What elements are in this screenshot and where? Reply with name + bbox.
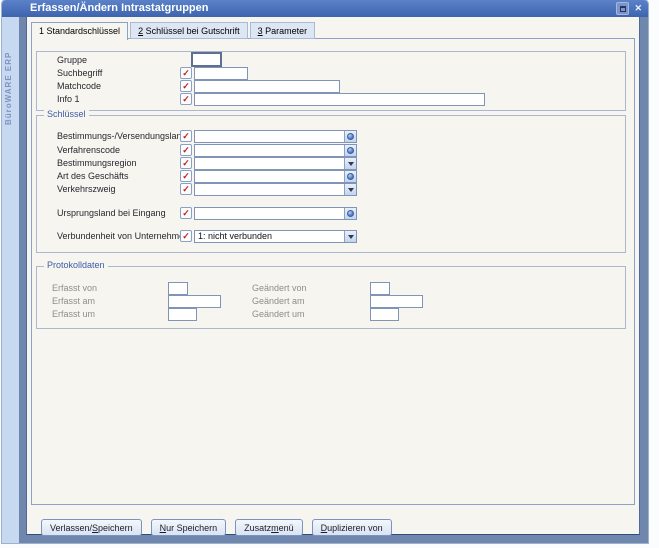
- geaendert-von-input[interactable]: [370, 282, 390, 295]
- close-icon[interactable]: ✕: [634, 2, 642, 15]
- bestimmungsregion-label: Bestimmungsregion: [57, 157, 137, 170]
- erfasst-um-label: Erfasst um: [52, 308, 95, 321]
- erfasst-von-label: Erfasst von: [52, 282, 97, 295]
- erfasst-um-input[interactable]: [168, 308, 197, 321]
- edit-check-icon[interactable]: ✓: [180, 207, 192, 219]
- dropdown-arrow-icon[interactable]: [344, 184, 356, 195]
- art-des-geschaefts-combo[interactable]: [194, 170, 357, 183]
- ursprungsland-combo[interactable]: [194, 207, 357, 220]
- title-bar: Erfassen/Ändern Intrastatgruppen ✕: [2, 0, 648, 17]
- verlassen-speichern-button[interactable]: Verlassen/Speichern: [41, 519, 142, 536]
- suchbegriff-label: Suchbegriff: [57, 67, 102, 80]
- edit-check-icon[interactable]: ✓: [180, 130, 192, 142]
- edit-check-icon[interactable]: ✓: [180, 67, 192, 79]
- app-window: Erfassen/Ändern Intrastatgruppen ✕ BüroW…: [2, 0, 648, 543]
- lookup-icon[interactable]: [344, 131, 356, 142]
- dropdown-arrow-icon[interactable]: [344, 158, 356, 169]
- edit-check-icon[interactable]: ✓: [180, 170, 192, 182]
- zusatzmenue-button[interactable]: Zusatzmenü: [235, 519, 303, 536]
- art-des-geschaefts-label: Art des Geschäfts: [57, 170, 129, 183]
- verbundenheit-combo[interactable]: 1: nicht verbunden: [194, 230, 357, 243]
- protokoll-group-title: Protokolldaten: [44, 260, 108, 271]
- geaendert-um-input[interactable]: [370, 308, 399, 321]
- dropdown-arrow-icon[interactable]: [344, 231, 356, 242]
- edit-check-icon[interactable]: ✓: [180, 144, 192, 156]
- protokoll-groupbox: [36, 266, 626, 329]
- lookup-icon[interactable]: [344, 145, 356, 156]
- duplizieren-von-button[interactable]: Duplizieren von: [312, 519, 392, 536]
- bestimmungsland-combo[interactable]: [194, 130, 357, 143]
- info1-label: Info 1: [57, 93, 80, 106]
- geaendert-am-input[interactable]: [370, 295, 423, 308]
- window-frame: BüroWARE ERP 1 Standardschlüssel 2 Schlü…: [2, 17, 648, 543]
- matchcode-input[interactable]: [194, 80, 340, 93]
- edit-check-icon[interactable]: ✓: [180, 93, 192, 105]
- geaendert-am-label: Geändert am: [252, 295, 305, 308]
- ursprungsland-label: Ursprungsland bei Eingang: [57, 207, 166, 220]
- bestimmungsland-label: Bestimmungs-/Versendungsland: [57, 130, 187, 143]
- suchbegriff-input[interactable]: [194, 67, 248, 80]
- verbundenheit-label: Verbundenheit von Unternehmen: [57, 230, 189, 243]
- tab-parameter[interactable]: 3 Parameter: [250, 22, 316, 39]
- tab-standardschluessel[interactable]: 1 Standardschlüssel: [31, 22, 128, 40]
- nur-speichern-button[interactable]: Nur Speichern: [151, 519, 227, 536]
- brand-strip: BüroWARE ERP: [2, 17, 19, 543]
- info1-input[interactable]: [194, 93, 485, 106]
- edit-check-icon[interactable]: ✓: [180, 183, 192, 195]
- window-title: Erfassen/Ändern Intrastatgruppen: [30, 2, 208, 14]
- erfasst-von-input[interactable]: [168, 282, 188, 295]
- restore-icon[interactable]: [616, 2, 629, 15]
- gruppe-label: Gruppe: [57, 54, 87, 67]
- verkehrszweig-label: Verkehrszweig: [57, 183, 116, 196]
- matchcode-label: Matchcode: [57, 80, 101, 93]
- verfahrenscode-label: Verfahrenscode: [57, 144, 120, 157]
- bestimmungsregion-combo[interactable]: [194, 157, 357, 170]
- geaendert-von-label: Geändert von: [252, 282, 307, 295]
- tab-page: Gruppe Suchbegriff ✓ Matchcode ✓ Info 1 …: [31, 38, 635, 505]
- schluessel-group-title: Schlüssel: [44, 109, 89, 120]
- edit-check-icon[interactable]: ✓: [180, 80, 192, 92]
- verfahrenscode-combo[interactable]: [194, 144, 357, 157]
- gruppe-input[interactable]: [192, 53, 221, 66]
- lookup-icon[interactable]: [344, 171, 356, 182]
- brand-text: BüroWARE ERP: [4, 25, 13, 125]
- erfasst-am-label: Erfasst am: [52, 295, 95, 308]
- verkehrszweig-combo[interactable]: [194, 183, 357, 196]
- button-row: Verlassen/Speichern Nur Speichern Zusatz…: [41, 519, 392, 536]
- lookup-icon[interactable]: [344, 208, 356, 219]
- edit-check-icon[interactable]: ✓: [180, 157, 192, 169]
- tab-schluessel-bei-gutschrift[interactable]: 2 Schlüssel bei Gutschrift: [130, 22, 248, 39]
- geaendert-um-label: Geändert um: [252, 308, 305, 321]
- edit-check-icon[interactable]: ✓: [180, 230, 192, 242]
- content-area: 1 Standardschlüssel 2 Schlüssel bei Guts…: [26, 17, 640, 535]
- tab-bar: 1 Standardschlüssel 2 Schlüssel bei Guts…: [31, 22, 315, 39]
- erfasst-am-input[interactable]: [168, 295, 221, 308]
